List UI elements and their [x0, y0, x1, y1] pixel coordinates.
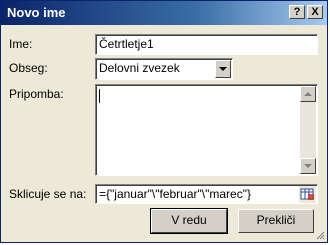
scope-select[interactable]: Delovni zvezek	[95, 58, 233, 80]
cancel-button[interactable]: Prekliči	[238, 209, 314, 233]
refers-to-input[interactable]: ={"januar"\"februar"\"marec"}	[95, 184, 318, 204]
chevron-down-icon	[219, 67, 227, 71]
scroll-down-icon	[304, 164, 312, 168]
refers-to-input-value: ={"januar"\"februar"\"marec"}	[99, 187, 251, 201]
comment-scrollbar[interactable]	[300, 86, 316, 174]
collapse-dialog-icon	[300, 188, 314, 200]
close-button[interactable]: X	[307, 5, 323, 19]
scroll-up-icon	[304, 92, 312, 96]
collapse-dialog-button[interactable]	[299, 186, 316, 203]
comment-textarea[interactable]	[95, 84, 318, 176]
name-input-value: Četrtletje1	[99, 37, 154, 51]
scope-select-value: Delovni zvezek	[99, 61, 180, 75]
scope-label: Obseg:	[9, 61, 48, 75]
name-label: Ime:	[9, 37, 33, 51]
scroll-down-button[interactable]	[300, 158, 316, 174]
scroll-up-button[interactable]	[300, 86, 316, 102]
help-button[interactable]: ?	[289, 5, 305, 19]
name-input[interactable]: Četrtletje1	[95, 34, 318, 55]
resize-grip-icon[interactable]	[315, 230, 325, 240]
scope-dropdown-button[interactable]	[215, 60, 231, 78]
text-caret	[99, 89, 100, 103]
new-name-dialog: Novo ime ? X Ime: Četrtletje1 Obseg: Del…	[0, 0, 328, 243]
title-bar[interactable]: Novo ime ? X	[1, 1, 327, 25]
dialog-title: Novo ime	[7, 5, 66, 20]
refers-to-label: Sklicuje se na:	[9, 187, 87, 201]
ok-button[interactable]: V redu	[150, 208, 228, 234]
comment-label: Pripomba:	[9, 87, 64, 101]
